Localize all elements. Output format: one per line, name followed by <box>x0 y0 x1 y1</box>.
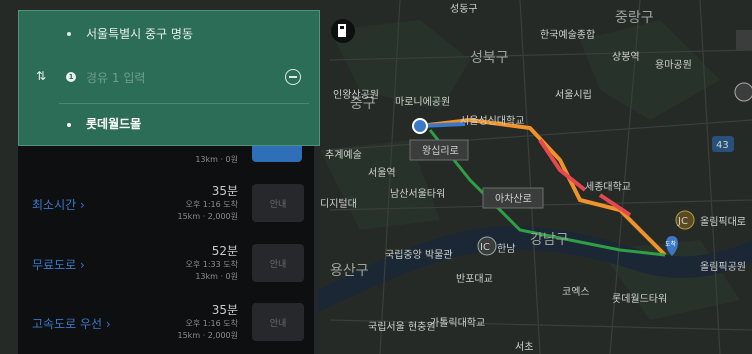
route-time: 35분 <box>211 303 238 317</box>
destination-input[interactable]: 롯데월드몰 <box>86 115 141 132</box>
destination-marker-label: 도착 <box>665 240 677 248</box>
label-museum: 국립중앙 박물관 <box>385 248 453 261</box>
route-distance: 15km · 2,000원 <box>177 212 239 221</box>
route-time: 35분 <box>211 184 238 198</box>
route-distance: 15km · 2,000원 <box>177 331 239 340</box>
label-maronie: 마로니에공원 <box>395 96 450 108</box>
label-catholic: 가톨릭대학교 <box>430 317 485 329</box>
label-univ: 성동구 <box>450 3 478 15</box>
guide-button[interactable]: 안내 <box>252 244 304 282</box>
route-search-box: 서울특별시 중구 명동 ⇅ 1 경유 1 입력 롯데월드몰 <box>18 10 320 146</box>
label-sangbong: 상봉역 <box>612 51 640 63</box>
swap-icon[interactable]: ⇅ <box>36 69 46 83</box>
waypoint-number-icon: 1 <box>66 72 76 82</box>
ic-badge-label: IC <box>480 242 490 253</box>
label-olympic: 올림픽대로 <box>700 216 746 228</box>
label-olympic-park: 올림픽공원 <box>700 261 746 273</box>
origin-bullet <box>67 32 71 36</box>
guide-button[interactable]: 안내 <box>252 303 304 341</box>
guide-button[interactable]: 안내 <box>252 184 304 222</box>
route-row[interactable]: 최소시간 › 35분 오후 1:16 도착 15km · 2,000원 안내 <box>18 176 318 234</box>
label-lotte-tower: 롯데월드타워 <box>612 292 667 305</box>
jc-badge-label: JC <box>677 216 688 227</box>
road-sign-achasan-label: 아차산로 <box>495 193 532 205</box>
label-seongbuk: 성북구 <box>470 50 509 66</box>
origin-input[interactable]: 서울특별시 중구 명동 <box>86 25 193 42</box>
label-namsan: 남산서울타워 <box>390 187 445 200</box>
label-yongsan: 용산구 <box>330 263 369 279</box>
road-sign-wangsimni-label: 왕십리로 <box>422 145 459 157</box>
label-hannam: 한남 <box>497 243 515 255</box>
route-distance: 13km · 0원 <box>195 155 238 164</box>
remove-waypoint-icon[interactable] <box>285 69 301 85</box>
label-hyunchungwon: 국립서울 현충원 <box>368 320 436 333</box>
panel-scrollbar[interactable] <box>314 138 318 354</box>
ic-edge-badge <box>734 82 752 102</box>
label-seocho: 서초 <box>515 341 533 353</box>
route-row[interactable]: 고속도로 우선 › 35분 오후 1:16 도착 15km · 2,000원 안… <box>18 295 318 353</box>
route-results-panel: 13km · 0원 최소시간 › 35분 오후 1:16 도착 15km · 2… <box>18 130 318 354</box>
label-coex: 코엑스 <box>562 286 590 298</box>
route-arrival: 오후 1:16 도착 <box>185 319 239 328</box>
label-cheonggye: 추계예술 <box>325 149 362 161</box>
label-sejong: 세종대학교 <box>585 181 631 193</box>
route-row[interactable]: 무료도로 › 52분 오후 1:33 도착 13km · 0원 안내 <box>18 236 318 294</box>
label-ddp: 디지털대 <box>320 198 357 210</box>
origin-marker[interactable] <box>412 118 428 134</box>
label-hospital: 서울시립 <box>555 88 592 101</box>
map-control[interactable] <box>736 30 752 50</box>
route-distance: 13km · 0원 <box>195 272 238 281</box>
waypoint-input[interactable]: 경유 1 입력 <box>86 69 145 86</box>
label-art-univ: 한국예술종합 <box>540 29 595 41</box>
label-jungnang: 중랑구 <box>615 10 654 26</box>
label-yongmasan: 용마공원 <box>655 59 692 71</box>
route-name[interactable]: 고속도로 우선 › <box>32 315 111 332</box>
route-arrival: 오후 1:16 도착 <box>185 200 239 209</box>
highway-badge-43-label: 43 <box>716 140 729 151</box>
route-name[interactable]: 최소시간 › <box>32 196 85 213</box>
route-time: 52분 <box>211 244 238 258</box>
label-seoul-station: 서울역 <box>368 167 396 179</box>
label-banpo: 반포대교 <box>456 273 493 285</box>
label-inwangsan: 인왕산공원 <box>333 89 379 101</box>
label-gangnam: 강남구 <box>530 232 569 248</box>
destination-bullet <box>67 123 71 127</box>
label-seongshin: 서울성신대학교 <box>460 115 524 127</box>
route-arrival: 오후 1:33 도착 <box>185 260 239 269</box>
route-name[interactable]: 무료도로 › <box>32 256 85 273</box>
divider <box>59 103 309 104</box>
